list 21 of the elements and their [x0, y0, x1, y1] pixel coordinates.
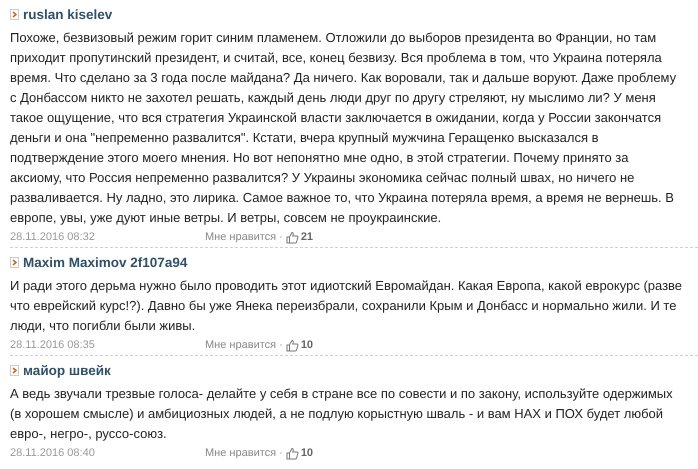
comment-date: 28.11.2016 08:35	[10, 339, 96, 351]
comment-date: 28.11.2016 08:40	[10, 447, 96, 459]
like-label[interactable]: Мне нравится ·	[205, 231, 283, 243]
comment-date: 28.11.2016 08:32	[10, 231, 96, 243]
comment-text: И ради этого дерьма нужно было проводить этот идиотский Евромайдан. Какая Европа, какой еврокурс (разве что еврейский курс!?). Давно бы уже Янека переизбрали, сохранили Крым и Донбасс и нормально жили. И те люди, что погибли были живы.	[10, 277, 684, 335]
chevron-icon	[10, 9, 19, 20]
comment-text: А ведь звучали трезвые голоса- делайте у себя в стране все по совести и по закону, используйте одержимых (в хорошем смысле) и амбициозных людей, а не подлую корыстную шваль - и вам НАХ и ПОХ будет любой евро-, негро-, руссо-союз.	[10, 385, 674, 443]
like-count: 10	[300, 339, 314, 351]
like-label[interactable]: Мне нравится ·	[205, 447, 283, 459]
author-name[interactable]: ruslan kiselev	[23, 7, 112, 22]
like-label[interactable]: Мне нравится ·	[205, 339, 283, 351]
thumbs-up-icon[interactable]	[286, 230, 299, 244]
thumbs-up-icon[interactable]	[286, 446, 299, 460]
thumbs-up-icon[interactable]	[286, 338, 299, 352]
author-name[interactable]: Maxim Maximov 2f107a94	[23, 255, 188, 270]
like-count: 10	[300, 447, 314, 459]
chevron-icon	[10, 257, 19, 268]
chevron-icon	[10, 365, 19, 376]
comment-text: Похоже, безвизовый режим горит синим пламенем. Отложили до выборов президента во Франции, но там приходит пропутинский президент, и считай, все, конец безвизу. Вся проблема в том, что Украина потеряла время. Что сделано за 3 года после майдана? Да ничего. Как воровали, так и дальше воруют. Даже проблему с Донбассом никто не захотел решать, каждый день люди друг по другу стреляют, ну мыслимо ли? У меня такое ощущение, что вся стратегия Украинской власти заключается в ожидании, когда у России закончатся деньги и она "непременно развалится". Кстати, вчера крупный мужчина Геращенко высказался в подтверждение этого моего мнения. Но вот непонятно мне одно, в этой стратегии. Почему принято за аксиому, что Россия непременно развалится? У Украины экономика сейчас полный швах, но ничего не разваливается. Ну ладно, это лирика. Самое важное то, что Украина потеряла время, а время не вернешь. В европе, увы, уже дуют иные ветры. И ветры, совсем не проукраинские.	[10, 29, 678, 227]
author-name[interactable]: майор швейк	[23, 363, 111, 378]
like-count: 21	[300, 231, 314, 243]
